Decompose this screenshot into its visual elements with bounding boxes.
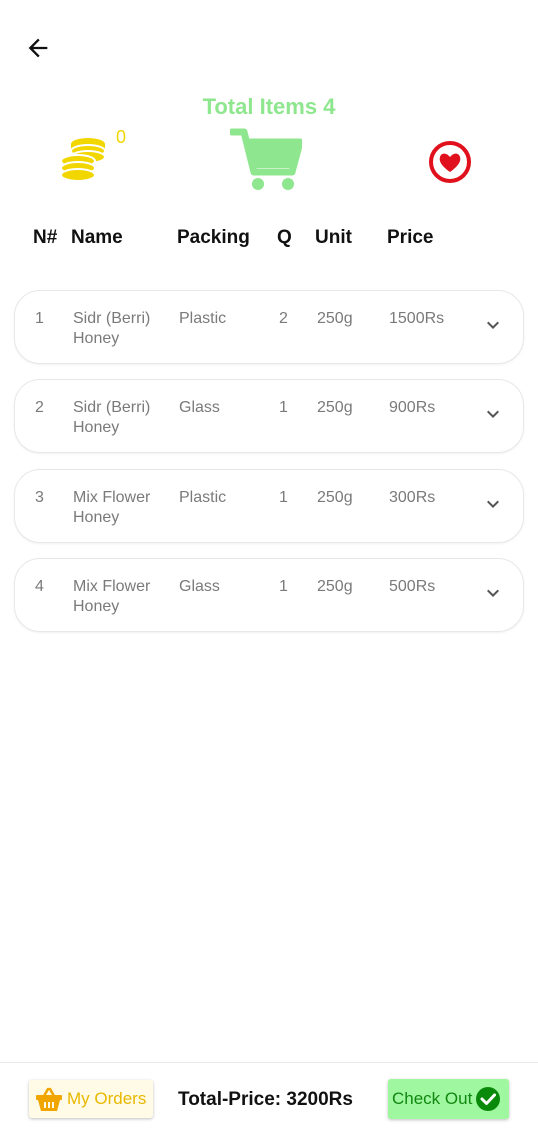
checkout-label: Check Out xyxy=(392,1089,473,1108)
bottom-bar: My Orders Total-Price: 3200Rs Check Out xyxy=(0,1062,538,1133)
row-packing: Plastic xyxy=(179,310,227,327)
coin-count: 0 xyxy=(116,127,127,147)
check-circle-icon xyxy=(476,1087,501,1111)
row-unit: 250g xyxy=(317,310,353,327)
row-name: Sidr (Berri) Honey xyxy=(73,310,151,347)
row-name: Mix Flower Honey xyxy=(73,489,151,526)
row-quantity: 1 xyxy=(279,578,288,595)
my-orders-button[interactable]: My Orders xyxy=(29,1080,153,1118)
table-row[interactable]: 3 Mix Flower Honey Plastic 1 250g 300Rs xyxy=(14,469,524,543)
row-number: 3 xyxy=(35,489,44,506)
row-unit: 250g xyxy=(317,399,353,416)
chevron-down-icon[interactable] xyxy=(481,313,505,337)
checkout-button[interactable]: Check Out xyxy=(388,1079,509,1119)
row-name: Mix Flower Honey xyxy=(73,578,151,615)
header-name: Name xyxy=(71,227,123,248)
shopping-cart-icon xyxy=(228,128,304,192)
row-packing: Plastic xyxy=(179,489,227,506)
header-number: N# xyxy=(33,227,58,248)
back-button[interactable] xyxy=(20,30,56,66)
total-items-title: Total Items 4 xyxy=(202,94,336,119)
chevron-down-icon[interactable] xyxy=(481,402,505,426)
wishlist-button[interactable] xyxy=(426,138,474,186)
my-orders-label: My Orders xyxy=(67,1089,147,1108)
row-price: 1500Rs xyxy=(389,310,445,327)
header-unit: Unit xyxy=(315,227,352,248)
header-packing: Packing xyxy=(177,227,250,248)
total-price: Total-Price: 3200Rs xyxy=(178,1089,353,1110)
row-number: 1 xyxy=(35,310,44,327)
row-unit: 250g xyxy=(317,489,353,506)
header-quantity: Q xyxy=(277,227,292,248)
row-name: Sidr (Berri) Honey xyxy=(73,399,151,436)
row-quantity: 2 xyxy=(279,310,288,327)
row-packing: Glass xyxy=(179,399,220,416)
row-price: 900Rs xyxy=(389,399,436,416)
table-row[interactable]: 2 Sidr (Berri) Honey Glass 1 250g 900Rs xyxy=(14,379,524,453)
row-number: 4 xyxy=(35,578,44,595)
basket-icon xyxy=(36,1087,62,1111)
heart-icon xyxy=(429,141,471,183)
row-quantity: 1 xyxy=(279,489,288,506)
row-quantity: 1 xyxy=(279,399,288,416)
row-price: 300Rs xyxy=(389,489,436,506)
chevron-down-icon[interactable] xyxy=(481,581,505,605)
row-packing: Glass xyxy=(179,578,220,595)
header-price: Price xyxy=(387,227,434,248)
table-header: N# Name Packing Q Unit Price xyxy=(0,227,538,253)
coins-icon xyxy=(58,136,110,188)
table-row[interactable]: 1 Sidr (Berri) Honey Plastic 2 250g 1500… xyxy=(14,290,524,364)
arrow-left-icon xyxy=(28,38,48,58)
row-number: 2 xyxy=(35,399,44,416)
row-price: 500Rs xyxy=(389,578,436,595)
chevron-down-icon[interactable] xyxy=(481,492,505,516)
table-row[interactable]: 4 Mix Flower Honey Glass 1 250g 500Rs xyxy=(14,558,524,632)
row-unit: 250g xyxy=(317,578,353,595)
